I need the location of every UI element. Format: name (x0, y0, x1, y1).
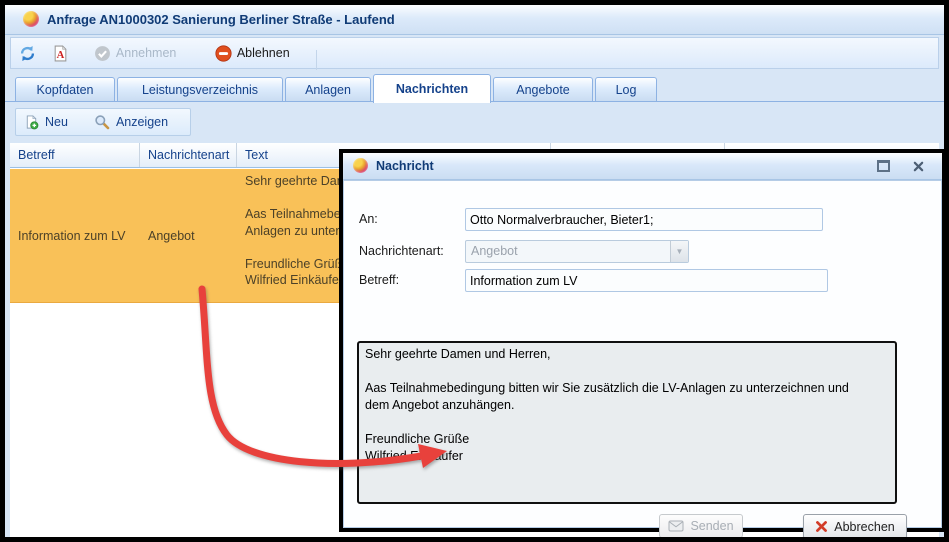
toolbar-separator (316, 50, 317, 70)
tab-label: Nachrichten (396, 82, 468, 96)
main-toolbar: A Annehmen Ablehnen (10, 37, 939, 69)
envelope-icon (668, 520, 684, 532)
tab-log[interactable]: Log (595, 77, 657, 102)
actionbar-button-group: Neu Anzeigen (15, 108, 191, 136)
tab-label: Anlagen (305, 83, 351, 97)
tab-angebote[interactable]: Angebote (493, 77, 593, 102)
ablehnen-label: Ablehnen (237, 46, 290, 60)
anzeigen-label: Anzeigen (116, 115, 168, 129)
combo-dropdown-button[interactable]: ▼ (670, 241, 688, 262)
cell-nachrichtenart: Angebot (140, 169, 237, 303)
annehmen-button[interactable]: Annehmen (88, 38, 182, 68)
pdf-export-button[interactable]: A (46, 38, 75, 68)
tab-label: Angebote (516, 83, 570, 97)
nachrichtenart-value: Angebot (471, 241, 518, 262)
an-input[interactable] (465, 208, 823, 231)
dialog-body: An: Nachrichtenart: Angebot ▼ Betreff: S… (343, 180, 942, 528)
cell-betreff: Information zum LV (10, 169, 140, 303)
abbrechen-button[interactable]: Abbrechen (803, 514, 907, 539)
cell-betreff-text: Information zum LV (18, 229, 125, 243)
svg-text:A: A (57, 50, 65, 61)
dialog-titlebar[interactable]: Nachricht (343, 153, 942, 180)
application-window: Anfrage AN1000302 Sanierung Berliner Str… (0, 0, 949, 542)
window-title: Anfrage AN1000302 Sanierung Berliner Str… (47, 5, 395, 34)
nachricht-dialog: Nachricht An: Nachrichtenart: Angebot ▼ … (339, 149, 946, 532)
close-icon (913, 161, 924, 172)
senden-label: Senden (690, 519, 733, 533)
pdf-icon: A (52, 45, 69, 62)
refresh-button[interactable] (11, 38, 42, 68)
betreff-label: Betreff: (359, 269, 399, 292)
betreff-input[interactable] (465, 269, 828, 292)
annehmen-label: Annehmen (116, 46, 176, 60)
tab-nachrichten[interactable]: Nachrichten (373, 74, 491, 103)
senden-button[interactable]: Senden (659, 514, 743, 538)
column-header-betreff[interactable]: Betreff (10, 143, 140, 167)
window-titlebar: Anfrage AN1000302 Sanierung Berliner Str… (5, 5, 944, 35)
dialog-title: Nachricht (376, 153, 434, 179)
an-label: An: (359, 208, 378, 231)
magnifier-icon (94, 114, 110, 130)
ablehnen-button[interactable]: Ablehnen (209, 38, 296, 68)
maximize-icon (877, 160, 890, 172)
refresh-icon (19, 45, 36, 62)
column-header-nachrichtenart[interactable]: Nachrichtenart (140, 143, 237, 167)
maximize-button[interactable] (875, 158, 891, 174)
tab-label: Leistungsverzeichnis (142, 83, 258, 97)
abbrechen-label: Abbrechen (834, 520, 894, 534)
message-actionbar: Neu Anzeigen (5, 102, 944, 143)
check-circle-icon (94, 45, 111, 62)
tab-kopfdaten[interactable]: Kopfdaten (15, 77, 115, 102)
close-button[interactable] (910, 158, 926, 174)
chevron-down-icon: ▼ (676, 247, 684, 256)
new-document-icon (24, 114, 39, 130)
tab-strip: Kopfdaten Leistungsverzeichnis Anlagen N… (5, 73, 944, 102)
anzeigen-button[interactable]: Anzeigen (86, 110, 176, 134)
tab-label: Kopfdaten (37, 83, 94, 97)
tab-leistungsverzeichnis[interactable]: Leistungsverzeichnis (117, 77, 283, 102)
tab-anlagen[interactable]: Anlagen (285, 77, 371, 102)
dialog-logo-icon (353, 158, 368, 173)
nachrichtenart-combo[interactable]: Angebot ▼ (465, 240, 689, 263)
cell-nachrichtenart-text: Angebot (148, 229, 195, 243)
red-x-icon (815, 520, 828, 533)
neu-label: Neu (45, 115, 68, 129)
nachrichtenart-label: Nachrichtenart: (359, 240, 444, 263)
minus-circle-icon (215, 45, 232, 62)
app-logo-icon (23, 11, 39, 27)
tab-label: Log (616, 83, 637, 97)
neu-button[interactable]: Neu (16, 110, 76, 134)
message-textarea[interactable]: Sehr geehrte Damen und Herren, Aas Teiln… (357, 341, 897, 504)
